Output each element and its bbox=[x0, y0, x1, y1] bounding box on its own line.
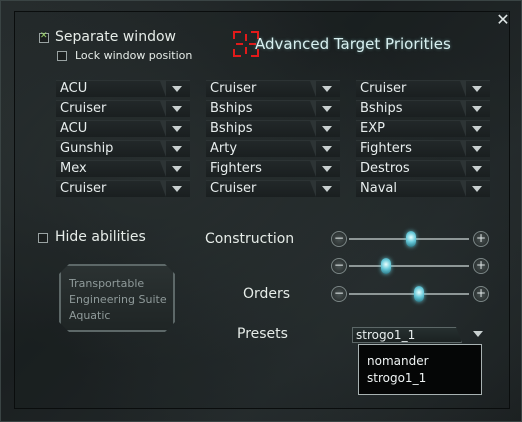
ability-line: Engineering Suite bbox=[69, 293, 167, 306]
priority-value: Cruiser bbox=[60, 101, 107, 116]
priority-dropdown-c2-r5[interactable]: Fighters bbox=[206, 160, 340, 177]
presets-select[interactable]: strogo1_1 bbox=[352, 327, 462, 343]
priority-dropdown-c3-r3[interactable]: EXP bbox=[356, 120, 490, 137]
priority-value: Fighters bbox=[360, 141, 412, 156]
target-priorities-window: ✕ Separate window Lock window position A… bbox=[0, 0, 522, 422]
close-icon[interactable]: ✕ bbox=[495, 11, 511, 29]
chevron-down-icon bbox=[472, 166, 482, 172]
chevron-down-icon bbox=[172, 106, 182, 112]
chevron-down-icon bbox=[322, 186, 332, 192]
minus-button[interactable]: − bbox=[331, 258, 347, 274]
chevron-down-icon bbox=[322, 146, 332, 152]
priority-value: Fighters bbox=[210, 161, 262, 176]
priority-value: ACU bbox=[60, 121, 88, 136]
priority-dropdown-c2-r2[interactable]: Bships bbox=[206, 100, 340, 117]
chevron-down-icon bbox=[322, 106, 332, 112]
ability-line: Aquatic bbox=[69, 309, 111, 322]
priority-value: Cruiser bbox=[210, 181, 257, 196]
hide-abilities-label: Hide abilities bbox=[55, 229, 146, 245]
priority-dropdown-c1-r2[interactable]: Cruiser bbox=[56, 100, 190, 117]
priority-value: Cruiser bbox=[60, 181, 107, 196]
slider-track[interactable] bbox=[349, 293, 469, 295]
priority-dropdown-c2-r1[interactable]: Cruiser bbox=[206, 80, 340, 97]
slider-thumb[interactable] bbox=[413, 286, 424, 302]
priority-dropdown-c1-r6[interactable]: Cruiser bbox=[56, 180, 190, 197]
window-title: Advanced Target Priorities bbox=[255, 35, 451, 53]
slider-track[interactable] bbox=[349, 265, 469, 267]
priority-value: Cruiser bbox=[210, 81, 257, 96]
priority-value: Bships bbox=[360, 101, 403, 116]
lock-position-label: Lock window position bbox=[75, 49, 193, 62]
orders-label: Orders bbox=[243, 286, 291, 302]
presets-dropdown-list: nomander strogo1_1 bbox=[358, 344, 482, 395]
priority-dropdown-c2-r3[interactable]: Bships bbox=[206, 120, 340, 137]
chevron-down-icon bbox=[172, 86, 182, 92]
priority-value: Bships bbox=[210, 121, 253, 136]
construction-label: Construction bbox=[205, 231, 295, 247]
chevron-down-icon bbox=[472, 86, 482, 92]
priority-value: Destros bbox=[360, 161, 410, 176]
ability-line: Transportable bbox=[69, 277, 145, 290]
priority-dropdown-c3-r2[interactable]: Bships bbox=[356, 100, 490, 117]
minus-button[interactable]: − bbox=[331, 286, 347, 302]
chevron-down-icon bbox=[172, 146, 182, 152]
chevron-down-icon[interactable] bbox=[473, 331, 483, 337]
plus-button[interactable]: + bbox=[473, 286, 489, 302]
priority-value: EXP bbox=[360, 121, 385, 136]
priority-dropdown-c2-r4[interactable]: Arty bbox=[206, 140, 340, 157]
priority-value: Mex bbox=[60, 161, 87, 176]
plus-button[interactable]: + bbox=[473, 231, 489, 247]
chevron-down-icon bbox=[472, 186, 482, 192]
slider-thumb[interactable] bbox=[406, 231, 417, 247]
priority-value: Bships bbox=[210, 101, 253, 116]
chevron-down-icon bbox=[472, 106, 482, 112]
separate-window-label: Separate window bbox=[55, 29, 176, 45]
priority-dropdown-c1-r4[interactable]: Gunship bbox=[56, 140, 190, 157]
plus-button[interactable]: + bbox=[473, 258, 489, 274]
priority-dropdown-c3-r1[interactable]: Cruiser bbox=[356, 80, 490, 97]
presets-label: Presets bbox=[237, 326, 288, 342]
orders-slider[interactable]: − + bbox=[331, 286, 489, 302]
slider-thumb[interactable] bbox=[381, 258, 392, 274]
hide-abilities-checkbox[interactable] bbox=[38, 233, 48, 243]
priority-value: Gunship bbox=[60, 141, 114, 156]
priority-value: Cruiser bbox=[360, 81, 407, 96]
priority-dropdown-c3-r6[interactable]: Naval bbox=[356, 180, 490, 197]
chevron-down-icon bbox=[472, 146, 482, 152]
separate-window-checkbox[interactable] bbox=[39, 31, 49, 43]
chevron-down-icon bbox=[172, 166, 182, 172]
priority-dropdown-c3-r4[interactable]: Fighters bbox=[356, 140, 490, 157]
priority-dropdown-c1-r1[interactable]: ACU bbox=[56, 80, 190, 97]
construction-slider-2[interactable]: − + bbox=[331, 258, 489, 274]
priority-dropdown-c3-r5[interactable]: Destros bbox=[356, 160, 490, 177]
chevron-down-icon bbox=[322, 166, 332, 172]
preset-option[interactable]: nomander bbox=[367, 353, 481, 370]
minus-button[interactable]: − bbox=[331, 231, 347, 247]
chevron-down-icon bbox=[322, 126, 332, 132]
abilities-panel: Transportable Engineering Suite Aquatic bbox=[59, 264, 175, 332]
priority-value: Naval bbox=[360, 181, 397, 196]
lock-position-checkbox[interactable] bbox=[57, 51, 67, 61]
chevron-down-icon bbox=[322, 86, 332, 92]
priority-dropdown-c1-r5[interactable]: Mex bbox=[56, 160, 190, 177]
chevron-down-icon bbox=[472, 126, 482, 132]
priority-dropdown-c1-r3[interactable]: ACU bbox=[56, 120, 190, 137]
chevron-down-icon bbox=[172, 186, 182, 192]
construction-slider-1[interactable]: − + bbox=[331, 231, 489, 247]
chevron-down-icon bbox=[172, 126, 182, 132]
priority-value: ACU bbox=[60, 81, 88, 96]
priority-value: Arty bbox=[210, 141, 238, 156]
priority-dropdown-c2-r6[interactable]: Cruiser bbox=[206, 180, 340, 197]
preset-option[interactable]: strogo1_1 bbox=[367, 370, 481, 387]
